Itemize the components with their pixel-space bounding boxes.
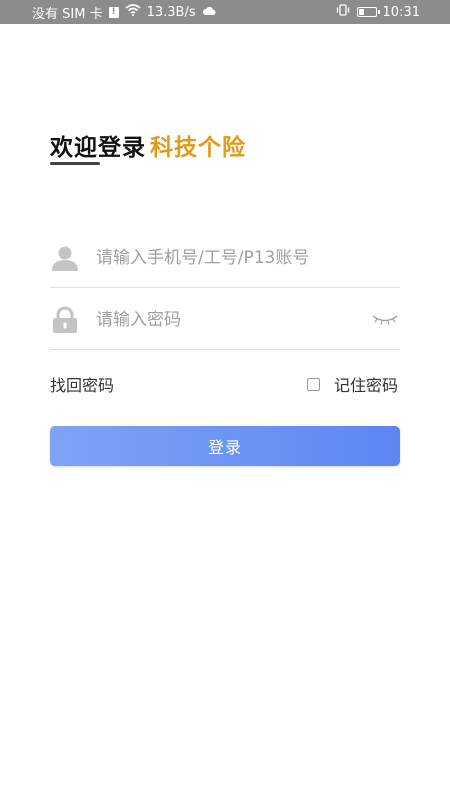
wifi-icon <box>125 4 141 20</box>
cloud-icon <box>202 5 216 20</box>
welcome-text: 欢迎登录 <box>50 135 146 161</box>
network-speed: 13.3B/s <box>146 4 196 20</box>
lock-icon <box>50 305 80 335</box>
vibrate-icon <box>335 4 351 20</box>
eye-closed-icon[interactable] <box>370 310 400 330</box>
remember-password[interactable]: 记住密码 <box>306 372 398 396</box>
status-right: 10:31 <box>335 4 420 20</box>
password-field <box>50 290 400 350</box>
login-button[interactable]: 登录 <box>50 426 400 466</box>
battery-icon <box>356 7 380 17</box>
page-title: 欢迎登录 科技个险 <box>50 128 246 162</box>
remember-label: 记住密码 <box>333 376 398 395</box>
status-left: 没有 SIM 卡 ! 13.3B/s <box>32 3 216 22</box>
brand-text: 科技个险 <box>150 135 246 161</box>
username-field <box>50 228 400 288</box>
battery-level <box>358 9 364 15</box>
username-input[interactable] <box>96 242 400 273</box>
password-input[interactable] <box>96 304 370 335</box>
status-bar: 没有 SIM 卡 ! 13.3B/s 10:31 <box>0 0 450 24</box>
sim-alert-icon: ! <box>108 6 119 18</box>
remember-checkbox[interactable] <box>306 377 320 391</box>
carrier-text: 没有 SIM 卡 <box>32 6 103 22</box>
title-underline <box>50 162 100 165</box>
user-icon <box>50 243 80 273</box>
forgot-password-link[interactable]: 找回密码 <box>50 372 114 396</box>
clock: 10:31 <box>382 4 420 20</box>
